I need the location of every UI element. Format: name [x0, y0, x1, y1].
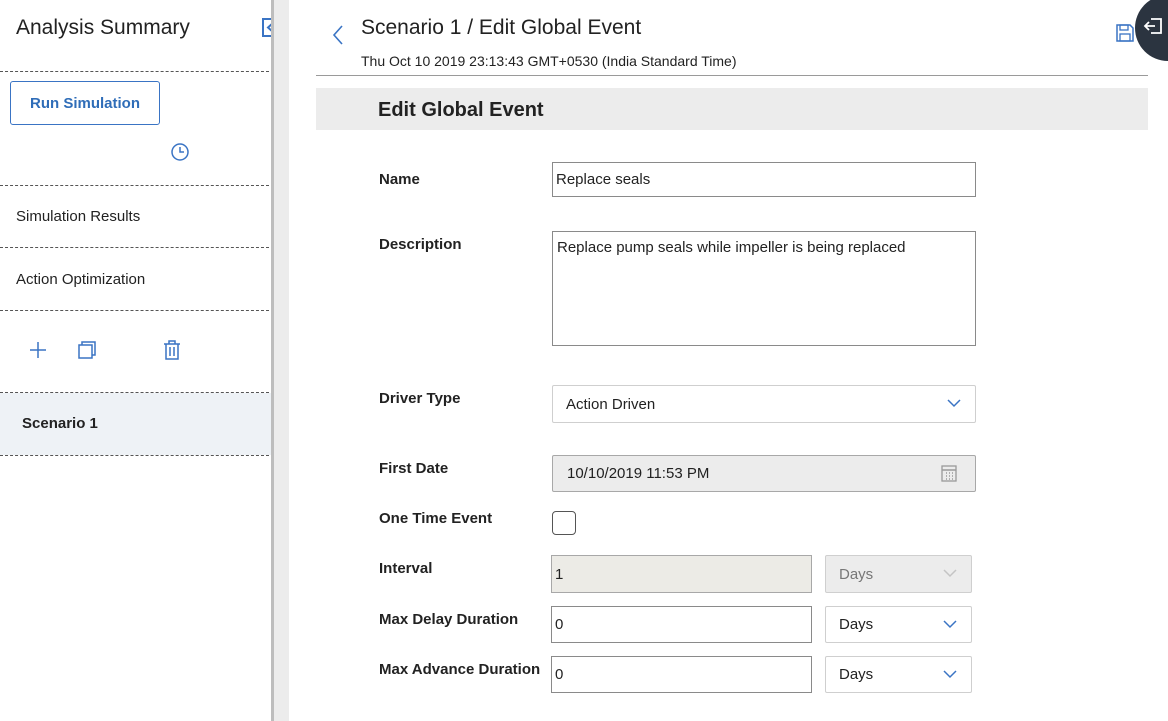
interval-unit-select[interactable]: Days [825, 555, 972, 593]
max-delay-unit-value: Days [839, 616, 874, 633]
driver-type-select[interactable]: Action Driven [552, 385, 976, 423]
exit-icon [1143, 18, 1162, 34]
divider [0, 185, 269, 186]
divider [0, 310, 269, 311]
name-input[interactable]: Replace seals [552, 162, 976, 197]
max-advance-label: Max Advance Duration [379, 661, 541, 678]
description-label: Description [379, 236, 462, 253]
left-panel: Analysis Summary Run Simulation Simulati… [0, 0, 282, 721]
first-date-input[interactable]: 10/10/2019 11:53 PM [552, 455, 976, 492]
copy-icon[interactable] [77, 340, 97, 360]
chevron-down-icon [947, 399, 961, 408]
nav-item-action-optimization[interactable]: Action Optimization [16, 271, 145, 288]
section-header: Edit Global Event [316, 88, 1148, 130]
trash-icon[interactable] [163, 340, 181, 360]
calendar-icon[interactable] [941, 464, 957, 482]
chevron-down-icon [943, 669, 957, 678]
save-icon[interactable] [1116, 24, 1134, 42]
interval-label: Interval [379, 560, 433, 577]
divider [0, 247, 269, 248]
scenario-label: Scenario 1 [22, 415, 98, 432]
max-delay-unit-select[interactable]: Days [825, 606, 972, 643]
clock-icon[interactable] [170, 142, 190, 162]
plus-icon[interactable] [29, 341, 47, 359]
exit-button[interactable] [1135, 0, 1168, 61]
interval-input[interactable]: 1 [551, 555, 812, 593]
first-date-value: 10/10/2019 11:53 PM [567, 465, 710, 482]
panel-title: Analysis Summary [16, 16, 190, 39]
scenario-item[interactable]: Scenario 1 [0, 393, 271, 455]
back-chevron-icon[interactable] [331, 24, 345, 46]
max-advance-unit-value: Days [839, 666, 874, 683]
max-delay-label: Max Delay Duration [379, 611, 519, 628]
max-advance-input[interactable]: 0 [551, 656, 812, 693]
chevron-down-icon [943, 569, 957, 578]
max-advance-unit-select[interactable]: Days [825, 656, 972, 693]
page-timestamp: Thu Oct 10 2019 23:13:43 GMT+0530 (India… [361, 53, 737, 69]
driver-type-label: Driver Type [379, 390, 461, 407]
description-textarea[interactable]: Replace pump seals while impeller is bei… [552, 231, 976, 346]
divider [0, 71, 269, 72]
interval-unit-value: Days [839, 565, 874, 583]
one-time-event-label: One Time Event [379, 510, 493, 527]
run-simulation-button[interactable]: Run Simulation [10, 81, 160, 125]
first-date-label: First Date [379, 460, 449, 477]
divider [0, 455, 269, 456]
max-delay-input[interactable]: 0 [551, 606, 812, 643]
name-label: Name [379, 171, 420, 188]
one-time-event-checkbox[interactable] [552, 511, 576, 535]
page-title: Scenario 1 / Edit Global Event [361, 16, 642, 39]
driver-type-value: Action Driven [566, 395, 656, 413]
header-divider [316, 75, 1148, 76]
chevron-down-icon [943, 619, 957, 628]
panel-splitter[interactable] [271, 0, 289, 721]
section-title: Edit Global Event [378, 99, 544, 121]
nav-item-simulation-results[interactable]: Simulation Results [16, 208, 140, 225]
